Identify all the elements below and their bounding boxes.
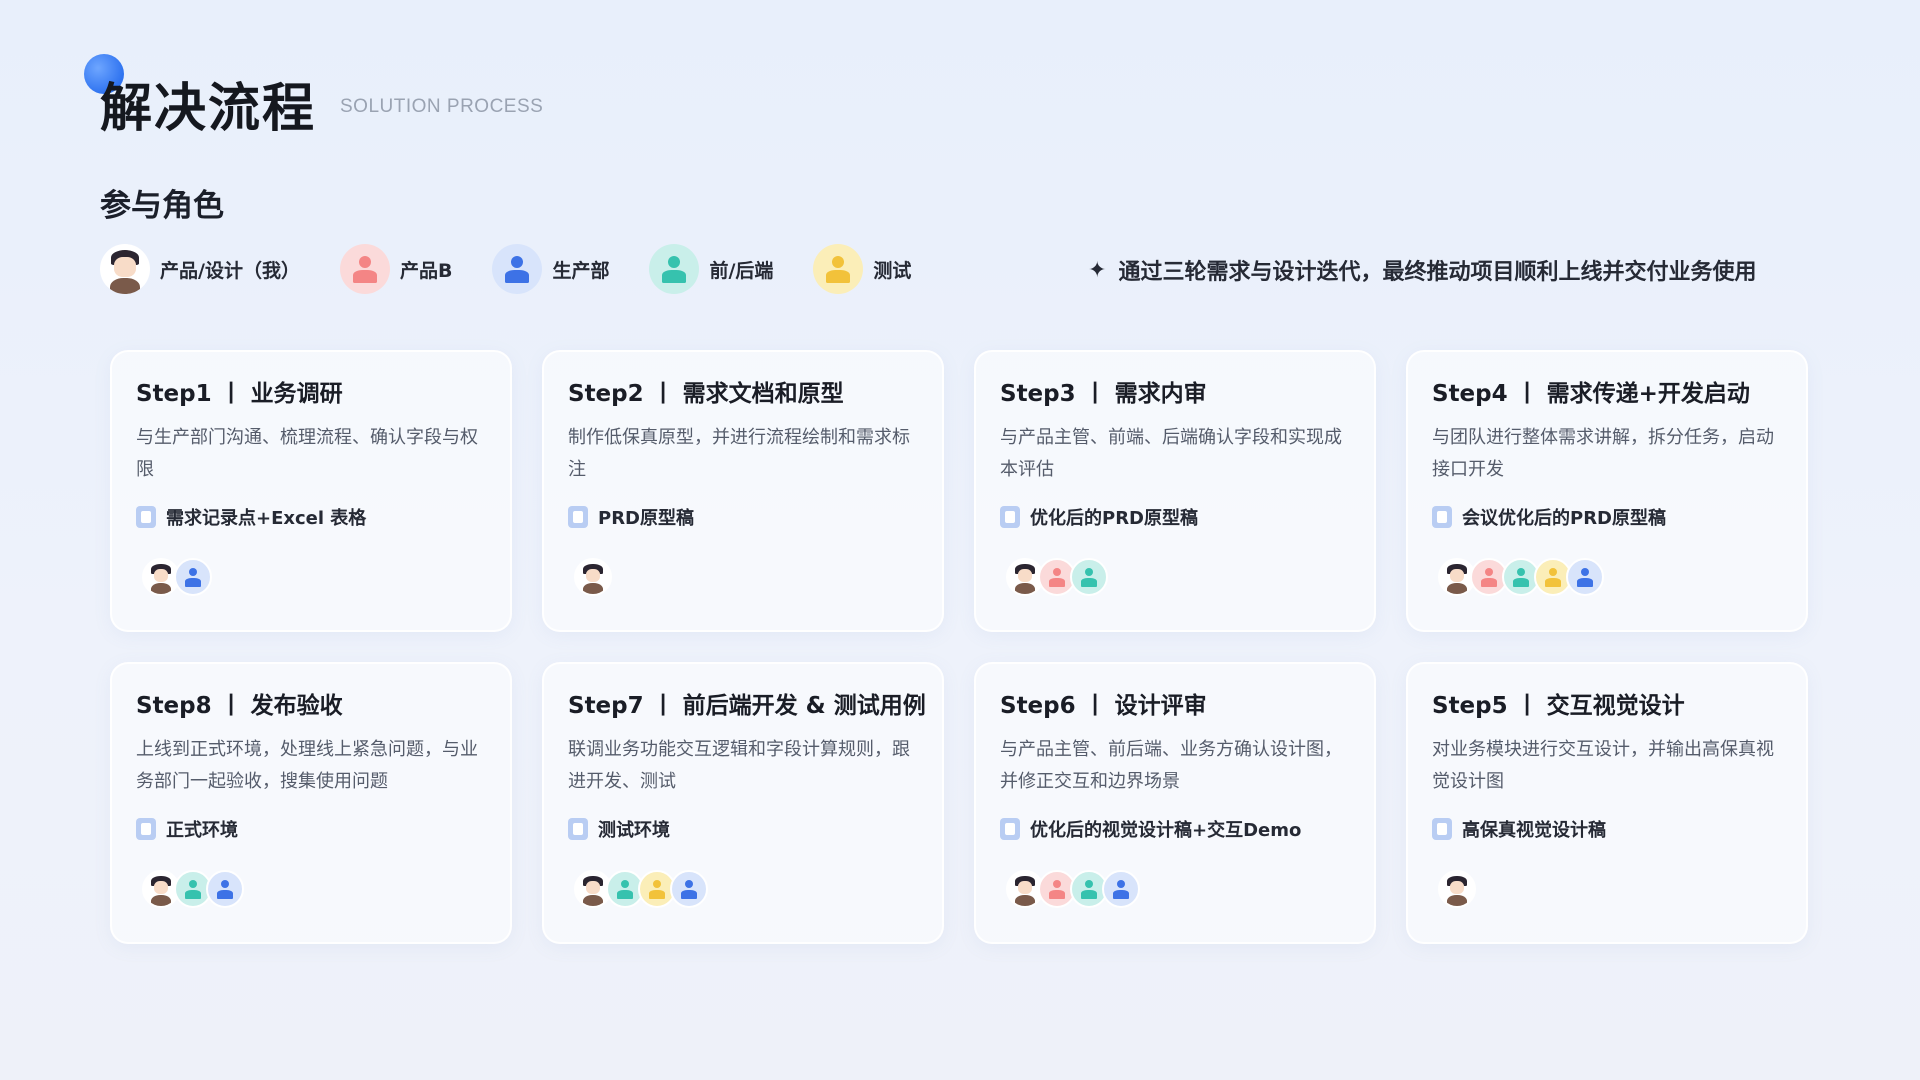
- sparkle-icon: ✦: [1088, 257, 1107, 283]
- deliverable-label: 优化后的PRD原型稿: [1030, 508, 1198, 529]
- role-product-design: 产品/设计（我）: [100, 244, 300, 294]
- document-icon: [136, 818, 156, 840]
- roles-title: 参与角色: [100, 188, 224, 224]
- role-label: 产品/设计（我）: [160, 259, 300, 282]
- step-card: Step5 丨 交互视觉设计对业务模块进行交互设计，并输出高保真视觉设计图高保真…: [1406, 662, 1808, 944]
- summary-slogan: ✦ 通过三轮需求与设计迭代，最终推动项目顺利上线并交付业务使用: [1088, 254, 1756, 286]
- document-icon: [1432, 818, 1452, 840]
- avatar-blue-icon: [174, 558, 212, 596]
- step-deliverable: 测试环境: [568, 816, 670, 842]
- participant-avatars: [1006, 870, 1140, 908]
- document-icon: [1000, 506, 1020, 528]
- deliverable-label: 优化后的视觉设计稿+交互Demo: [1030, 820, 1302, 841]
- participant-avatars: [1006, 558, 1108, 596]
- step-deliverable: 会议优化后的PRD原型稿: [1432, 504, 1666, 530]
- avatar-me-icon: [100, 244, 150, 294]
- step-title: Step5 丨 交互视觉设计: [1432, 693, 1685, 719]
- step-card: Step4 丨 需求传递+开发启动与团队进行整体需求讲解，拆分任务，启动接口开发…: [1406, 350, 1808, 632]
- step-deliverable: 需求记录点+Excel 表格: [136, 504, 366, 530]
- deliverable-label: 会议优化后的PRD原型稿: [1462, 508, 1666, 529]
- step-description: 与生产部门沟通、梳理流程、确认字段与权限: [136, 427, 478, 480]
- roles-legend: 产品/设计（我） 产品B 生产部 前/后端 测试: [100, 244, 951, 294]
- participant-avatars: [142, 870, 244, 908]
- deliverable-label: PRD原型稿: [598, 508, 694, 529]
- role-product-b: 产品B: [339, 244, 453, 294]
- role-label: 测试: [873, 259, 912, 282]
- avatar-blue-icon: [1102, 870, 1140, 908]
- page-subtitle: SOLUTION PROCESS: [340, 96, 544, 117]
- deliverable-label: 正式环境: [166, 820, 238, 841]
- avatar-production-icon: [492, 244, 543, 294]
- step-card: Step1 丨 业务调研与生产部门沟通、梳理流程、确认字段与权限需求记录点+Ex…: [110, 350, 512, 632]
- document-icon: [1432, 506, 1452, 528]
- page-header: 解决流程: [84, 54, 317, 141]
- participant-avatars: [574, 558, 612, 596]
- participant-avatars: [142, 558, 212, 596]
- step-title: Step1 丨 业务调研: [136, 381, 343, 407]
- avatar-developer-icon: [649, 244, 700, 294]
- step-deliverable: 高保真视觉设计稿: [1432, 816, 1606, 842]
- step-description: 制作低保真原型，并进行流程绘制和需求标注: [568, 427, 910, 480]
- step-deliverable: 正式环境: [136, 816, 238, 842]
- step-title: Step7 丨 前后端开发 & 测试用例: [568, 693, 926, 719]
- deliverable-label: 需求记录点+Excel 表格: [166, 508, 367, 529]
- role-label: 产品B: [399, 259, 453, 282]
- participant-avatars: [1438, 558, 1604, 596]
- role-label: 生产部: [552, 259, 610, 282]
- avatar-blue-icon: [670, 870, 708, 908]
- slogan-text: 通过三轮需求与设计迭代，最终推动项目顺利上线并交付业务使用: [1118, 260, 1757, 285]
- role-tester: 测试: [813, 244, 911, 294]
- step-deliverable: 优化后的PRD原型稿: [1000, 504, 1198, 530]
- step-description: 上线到正式环境，处理线上紧急问题，与业务部门一起验收，搜集使用问题: [136, 739, 478, 792]
- avatar-me-icon: [1438, 870, 1476, 908]
- participant-avatars: [574, 870, 708, 908]
- step-title: Step4 丨 需求传递+开发启动: [1432, 381, 1750, 407]
- step-description: 与产品主管、前后端、业务方确认设计图，并修正交互和边界场景: [1000, 739, 1342, 792]
- step-card: Step8 丨 发布验收上线到正式环境，处理线上紧急问题，与业务部门一起验收，搜…: [110, 662, 512, 944]
- step-card: Step3 丨 需求内审与产品主管、前端、后端确认字段和实现成本评估优化后的PR…: [974, 350, 1376, 632]
- participant-avatars: [1438, 870, 1476, 908]
- avatar-teal-icon: [1070, 558, 1108, 596]
- document-icon: [568, 818, 588, 840]
- step-description: 对业务模块进行交互设计，并输出高保真视觉设计图: [1432, 739, 1774, 792]
- step-card: Step6 丨 设计评审与产品主管、前后端、业务方确认设计图，并修正交互和边界场…: [974, 662, 1376, 944]
- page-title: 解决流程: [100, 79, 317, 139]
- step-description: 与产品主管、前端、后端确认字段和实现成本评估: [1000, 427, 1342, 480]
- step-deliverable: 优化后的视觉设计稿+交互Demo: [1000, 816, 1301, 842]
- deliverable-label: 测试环境: [598, 820, 670, 841]
- role-frontend-backend: 前/后端: [649, 244, 773, 294]
- step-title: Step2 丨 需求文档和原型: [568, 381, 844, 407]
- document-icon: [136, 506, 156, 528]
- step-description: 联调业务功能交互逻辑和字段计算规则，跟进开发、测试: [568, 739, 910, 792]
- document-icon: [568, 506, 588, 528]
- avatar-blue-icon: [1566, 558, 1604, 596]
- step-title: Step6 丨 设计评审: [1000, 693, 1207, 719]
- step-deliverable: PRD原型稿: [568, 504, 694, 530]
- avatar-blue-icon: [206, 870, 244, 908]
- role-label: 前/后端: [709, 259, 774, 282]
- step-title: Step3 丨 需求内审: [1000, 381, 1207, 407]
- step-title: Step8 丨 发布验收: [136, 693, 343, 719]
- deliverable-label: 高保真视觉设计稿: [1462, 820, 1606, 841]
- avatar-tester-icon: [813, 244, 864, 294]
- step-card: Step2 丨 需求文档和原型制作低保真原型，并进行流程绘制和需求标注 PRD原型…: [542, 350, 944, 632]
- document-icon: [1000, 818, 1020, 840]
- avatar-product-b-icon: [339, 244, 390, 294]
- role-production: 生产部: [492, 244, 609, 294]
- step-description: 与团队进行整体需求讲解，拆分任务，启动接口开发: [1432, 427, 1774, 480]
- step-card: Step7 丨 前后端开发 & 测试用例联调业务功能交互逻辑和字段计算规则，跟进…: [542, 662, 944, 944]
- avatar-me-icon: [574, 558, 612, 596]
